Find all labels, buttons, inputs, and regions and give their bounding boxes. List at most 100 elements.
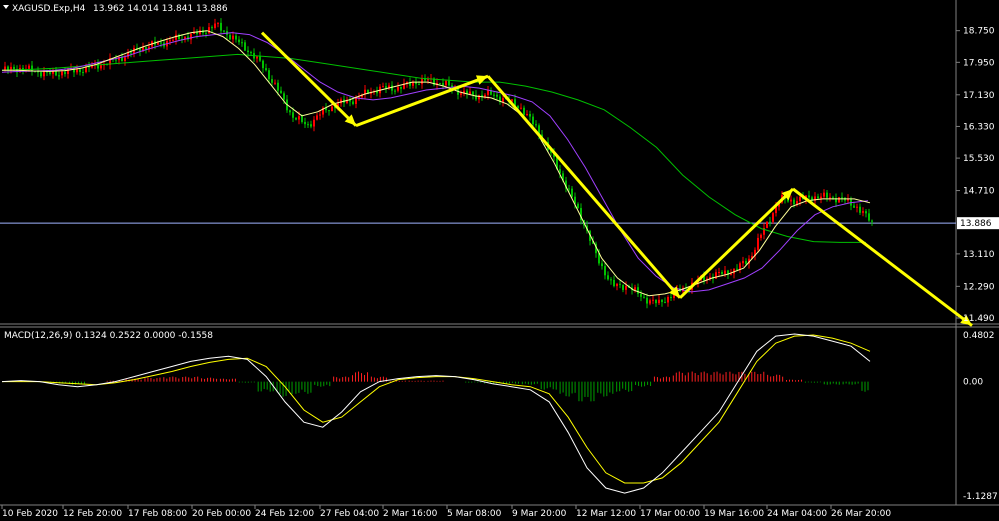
candle-body <box>862 211 864 213</box>
time-tick-label: 12 Mar 12:00 <box>576 509 636 519</box>
candle-body <box>442 83 444 86</box>
candle-body <box>397 86 399 91</box>
macd-title: MACD(12,26,9) 0.1324 0.2522 0.0000 -0.15… <box>4 331 213 341</box>
candle-body <box>244 42 246 51</box>
price-tick-label: 15.530 <box>963 154 995 164</box>
candle-body <box>76 69 78 73</box>
candle-body <box>829 197 831 199</box>
candle-body <box>742 261 744 264</box>
candle-body <box>115 59 117 61</box>
candle-body <box>169 40 171 42</box>
candle-body <box>871 220 873 222</box>
candle-body <box>793 199 795 205</box>
candle-body <box>301 116 303 122</box>
triangle-down-icon[interactable] <box>3 5 9 9</box>
candle-body <box>856 206 858 208</box>
candle-body <box>220 22 222 31</box>
candle-body <box>619 283 621 285</box>
candle-body <box>730 273 732 275</box>
candle-body <box>421 78 423 85</box>
time-tick-label: 17 Feb 08:00 <box>128 509 187 519</box>
candle-body <box>577 203 579 209</box>
candle-body <box>571 188 573 197</box>
time-tick-label: 9 Mar 20:00 <box>512 509 567 519</box>
candle-body <box>82 72 84 74</box>
trend-arrow <box>792 187 973 327</box>
time-tick-label: 12 Feb 20:00 <box>63 509 122 519</box>
candle-body <box>13 66 15 70</box>
candle-body <box>817 196 819 199</box>
candle-body <box>469 91 471 95</box>
candle-body <box>487 90 489 95</box>
price-chart[interactable]: 18.750 17.950 17.130 16.330 15.530 14.710 13.1… <box>0 0 999 521</box>
candle-body <box>493 94 495 96</box>
candle-body <box>736 268 738 270</box>
candle-body <box>739 263 741 270</box>
candle-body <box>721 272 723 274</box>
candle-body <box>757 237 759 250</box>
candle-body <box>808 195 810 198</box>
candle-body <box>616 283 618 287</box>
candle-body <box>760 234 762 238</box>
macd-panel <box>1 333 871 494</box>
candle-body <box>418 84 420 86</box>
candle-body <box>289 110 291 113</box>
candle-body <box>265 68 267 71</box>
time-tick-label: 5 Mar 08:00 <box>447 509 502 519</box>
candle-body <box>310 124 312 127</box>
price-tick-label: 11.490 <box>963 314 995 324</box>
candle-body <box>841 197 843 199</box>
candle-body <box>865 211 867 214</box>
candle-body <box>496 94 498 97</box>
price-tick-label: 12.290 <box>963 282 995 292</box>
candle-body <box>772 213 774 222</box>
candle-body <box>28 65 30 69</box>
candle-body <box>637 287 639 294</box>
candle-body <box>460 93 462 95</box>
time-tick-label: 2 Mar 16:00 <box>383 509 438 519</box>
candle-body <box>331 106 333 112</box>
candle-body <box>625 286 627 290</box>
candle-body <box>241 42 243 44</box>
macd-tick-label: -1.1287 <box>963 492 998 502</box>
candle-body <box>49 72 51 74</box>
candle-body <box>298 116 300 120</box>
price-tick-label: 13.110 <box>963 250 995 260</box>
candle-body <box>43 71 45 77</box>
candle-body <box>838 197 840 203</box>
candle-body <box>283 93 285 100</box>
candle-body <box>382 86 384 88</box>
candle-body <box>820 196 822 199</box>
candle-body <box>40 72 42 77</box>
candle-body <box>715 272 717 279</box>
price-tick-label: 18.750 <box>963 27 995 37</box>
candle-body <box>274 82 276 84</box>
candle-body <box>823 192 825 197</box>
trend-arrow-head <box>475 75 488 85</box>
candle-body <box>799 196 801 201</box>
candle-body <box>316 115 318 120</box>
candle-body <box>649 300 651 304</box>
candle-body <box>646 297 648 304</box>
candle-body <box>634 287 636 290</box>
candle-body <box>304 121 306 125</box>
trend-arrow <box>678 187 795 299</box>
candle-body <box>850 198 852 206</box>
candle-body <box>271 79 273 83</box>
candle-body <box>853 205 855 208</box>
candle-body <box>448 80 450 86</box>
candle-body <box>160 42 162 44</box>
time-tick-label: 24 Mar 04:00 <box>767 509 827 519</box>
price-tick-label: 17.130 <box>963 91 995 101</box>
candle-body <box>652 299 654 301</box>
ma-mid-line <box>1 32 869 293</box>
candle-body <box>172 39 174 41</box>
candle-body <box>826 192 828 198</box>
candle-body <box>307 124 309 126</box>
candle-body <box>280 90 282 94</box>
candle-body <box>235 35 237 40</box>
symbol-title: XAGUSD.Exp,H4 <box>12 4 86 14</box>
candle-body <box>229 34 231 40</box>
macd-tick-label: 0.00 <box>963 378 983 388</box>
candle-body <box>523 107 525 115</box>
